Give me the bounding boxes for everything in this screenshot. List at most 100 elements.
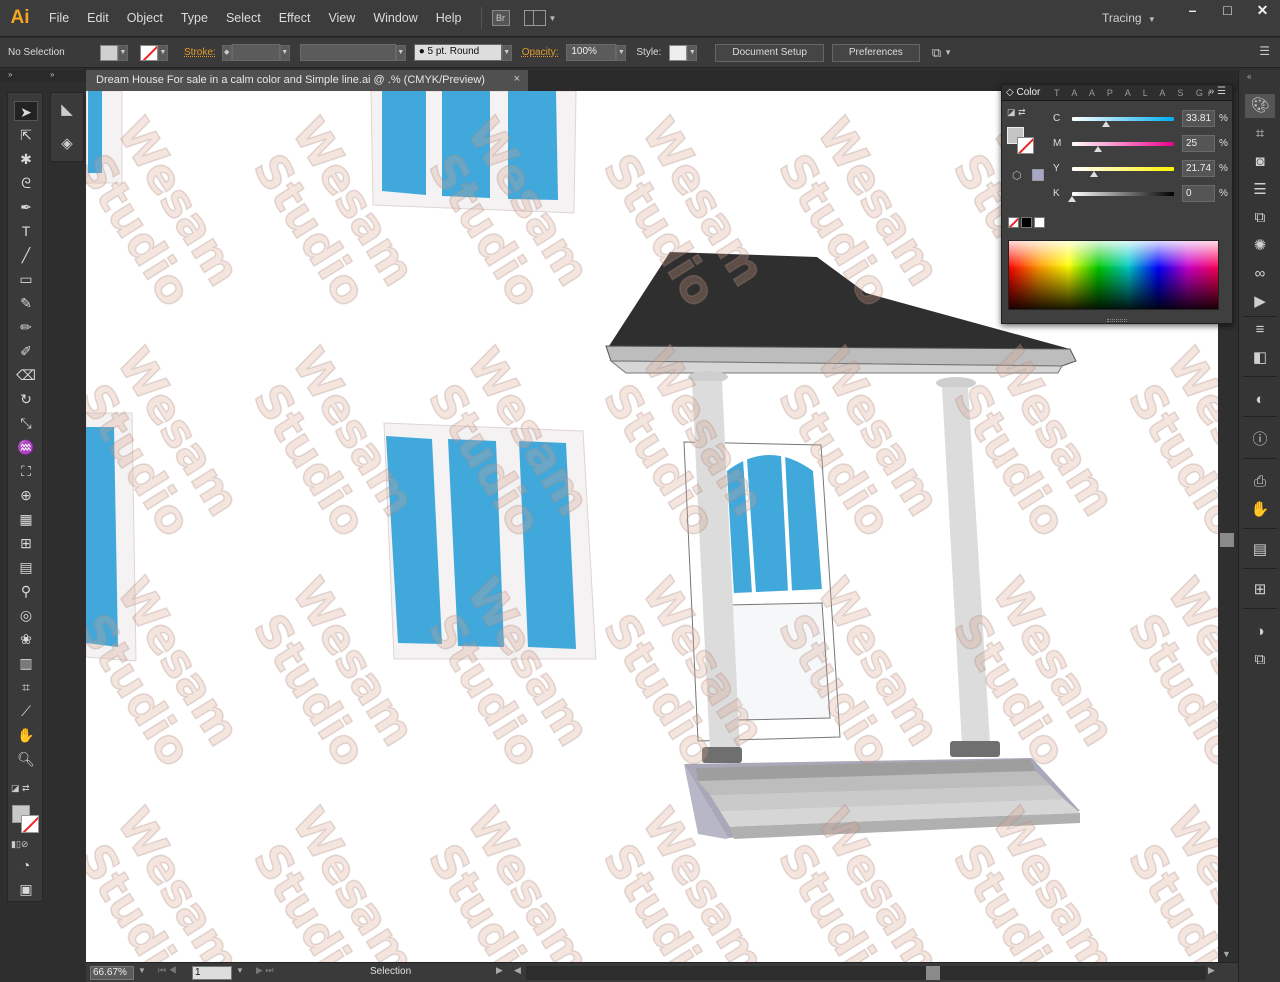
type-tool-icon[interactable]: T	[14, 221, 38, 241]
collapse-icon[interactable]: «	[1247, 72, 1251, 81]
artboard-tool-icon[interactable]: ⌗	[14, 677, 38, 697]
scale-tool-icon[interactable]: ⤡	[14, 413, 38, 433]
rotate-tool-icon[interactable]: ↻	[14, 389, 38, 409]
stroke-dropdown[interactable]: ▼	[158, 44, 168, 61]
blob-brush-icon[interactable]: ✐	[14, 341, 38, 361]
workspace-switcher[interactable]: Tracing ▼	[1102, 11, 1156, 25]
maximize-button[interactable]: □	[1210, 0, 1245, 22]
brush-definition-field[interactable]: ● 5 pt. Round	[413, 44, 502, 61]
menu-edit[interactable]: Edit	[78, 11, 118, 25]
document-setup-button[interactable]: Document Setup	[715, 43, 824, 62]
status-menu-icon[interactable]: ▶	[496, 965, 503, 976]
minimize-button[interactable]: –	[1175, 0, 1210, 22]
stroke-weight-stepper[interactable]: ◆	[221, 44, 232, 61]
transform-panel-icon[interactable]: ⊞	[1245, 578, 1275, 602]
line-tool-icon[interactable]: ╱	[14, 245, 38, 265]
stroke-color-swatch[interactable]	[21, 815, 39, 833]
toolbar-collapse-strip[interactable]: »»	[0, 70, 86, 82]
stroke-panel-icon[interactable]: ≡	[1245, 318, 1275, 342]
chevron-down-icon[interactable]: ▼	[944, 48, 952, 57]
stroke-weight-dropdown[interactable]: ▼	[279, 44, 290, 61]
menu-object[interactable]: Object	[118, 11, 172, 25]
eyedropper-tool-icon[interactable]: ⚲	[14, 581, 38, 601]
graphic-style-dropdown[interactable]: ▼	[687, 44, 698, 61]
artboards-panel-icon[interactable]: ⧉	[1245, 648, 1275, 672]
opacity-field[interactable]: 100%	[566, 44, 617, 61]
yellow-value-field[interactable]: 21.74	[1182, 160, 1215, 177]
menu-help[interactable]: Help	[427, 11, 471, 25]
eraser-tool-icon[interactable]: ⌫	[14, 365, 38, 385]
brushes-panel-icon[interactable]: ☰	[1245, 178, 1275, 202]
paintbrush-tool-icon[interactable]: ✎	[14, 293, 38, 313]
gradient-panel-icon[interactable]: ◧	[1245, 346, 1275, 370]
artboard-number-field[interactable]: 1	[192, 966, 232, 980]
menu-select[interactable]: Select	[217, 11, 270, 25]
cyan-slider-thumb[interactable]	[1102, 121, 1111, 127]
symbols-panel-icon[interactable]: ⧉	[1245, 206, 1275, 230]
swatches-panel-icon[interactable]: ◙	[1245, 150, 1275, 174]
cyan-track[interactable]	[1072, 117, 1174, 121]
lasso-tool-icon[interactable]: ᘓ	[14, 173, 38, 193]
direct-selection-tool-icon[interactable]: ⇱	[14, 125, 38, 145]
screen-mode-icon[interactable]: ▣	[14, 879, 38, 899]
black-track[interactable]	[1072, 192, 1174, 196]
color-spectrum[interactable]	[1008, 240, 1219, 310]
none-swatch[interactable]	[1008, 217, 1019, 228]
horizontal-scroll-thumb[interactable]	[926, 966, 940, 980]
color-guide-icon[interactable]: ⌗	[1245, 122, 1275, 146]
selection-tool-icon[interactable]: ➤	[14, 101, 38, 121]
info-panel-icon[interactable]: ⓘ	[1245, 428, 1275, 452]
yellow-track[interactable]	[1072, 167, 1174, 171]
fill-swatch[interactable]	[100, 44, 118, 61]
magic-wand-icon[interactable]: ✱	[14, 149, 38, 169]
scroll-right-icon[interactable]: ▶	[1208, 965, 1215, 976]
magenta-slider-thumb[interactable]	[1093, 146, 1102, 152]
resize-grip[interactable]	[1107, 319, 1127, 322]
magenta-value-field[interactable]: 25	[1182, 135, 1215, 152]
stroke-label[interactable]: Stroke:	[184, 47, 216, 58]
pen-tool-icon[interactable]: ✒	[14, 197, 38, 217]
align-panel-icon[interactable]: ▤	[1245, 538, 1275, 562]
blend-tool-icon[interactable]: ◎	[14, 605, 38, 625]
yellow-slider-thumb[interactable]	[1090, 171, 1099, 177]
stroke-weight-field[interactable]	[231, 44, 280, 61]
opacity-label[interactable]: Opacity:	[522, 47, 559, 58]
document-tab[interactable]: Dream House For sale in a calm color and…	[86, 70, 528, 91]
color-panel-icon[interactable]: 🎨︎	[1245, 94, 1275, 118]
appearance-panel-icon[interactable]: ◑	[1245, 620, 1275, 644]
brush-dropdown[interactable]: ▼	[501, 44, 512, 61]
opacity-dropdown[interactable]: ▼	[616, 44, 627, 61]
variable-width-field[interactable]	[299, 44, 396, 61]
horizontal-scrollbar[interactable]	[526, 966, 1206, 980]
bridge-button[interactable]: Br	[491, 10, 510, 26]
stroke-swatch[interactable]	[140, 44, 158, 61]
chevron-down-icon[interactable]: ▼	[549, 14, 557, 23]
gradient-tool-icon[interactable]: ▤	[14, 557, 38, 577]
close-icon[interactable]: ×	[514, 73, 520, 85]
scroll-down-icon[interactable]: ▼	[1222, 949, 1231, 959]
black-slider-thumb[interactable]	[1068, 196, 1076, 202]
document-info-icon[interactable]: ⎙	[1245, 470, 1275, 494]
navigator-panel-icon[interactable]: ◣	[51, 93, 83, 127]
mesh-tool-icon[interactable]: ⊞	[14, 533, 38, 553]
symbol-sprayer-icon[interactable]: ❀	[14, 629, 38, 649]
preferences-button[interactable]: Preferences	[831, 43, 920, 62]
magenta-track[interactable]	[1072, 142, 1174, 146]
pencil-tool-icon[interactable]: ✏	[14, 317, 38, 337]
zoom-field[interactable]: 66.67%	[90, 966, 134, 980]
close-button[interactable]: ✕	[1245, 0, 1280, 22]
menu-file[interactable]: File	[40, 11, 78, 25]
draw-mode-icon[interactable]: ◔	[14, 855, 38, 875]
white-swatch[interactable]	[1034, 217, 1045, 228]
graphic-styles-icon[interactable]: ✺	[1245, 234, 1275, 258]
color-tab[interactable]: ◇ Color	[1006, 87, 1040, 98]
color-panel-header[interactable]: ◇ Color T A A P A L A S Gr » ☰	[1002, 85, 1232, 101]
cyan-value-field[interactable]: 33.81	[1182, 110, 1215, 127]
actions-panel-icon[interactable]: ▶	[1245, 290, 1275, 314]
collapse-icon[interactable]: »	[8, 70, 12, 79]
first-artboard-icon[interactable]: ⏮ ◀	[158, 965, 177, 976]
artboard-dropdown-icon[interactable]: ▼	[236, 966, 244, 975]
free-transform-icon[interactable]: ⛶	[14, 461, 38, 481]
vertical-scroll-thumb[interactable]	[1220, 533, 1234, 547]
layers-panel-icon[interactable]: ◈	[51, 127, 83, 161]
